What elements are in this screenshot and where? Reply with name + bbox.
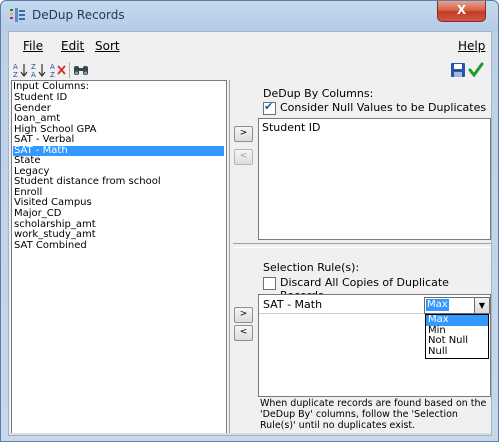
svg-text:Z: Z xyxy=(13,71,18,78)
input-columns-label: Input Columns: xyxy=(13,81,89,92)
menu-file[interactable]: File xyxy=(23,39,43,53)
rule-option-item[interactable]: Null xyxy=(426,346,488,358)
close-button[interactable]: X xyxy=(437,1,486,22)
rule-column-name: SAT - Math xyxy=(263,298,323,311)
svg-text:Z: Z xyxy=(50,71,55,78)
input-columns-pane: Input Columns: Student ID Gender loan_amt H… xyxy=(11,80,227,435)
rule-value-selected: Max xyxy=(426,299,449,311)
sort-ascending-icon[interactable]: A Z xyxy=(13,62,29,78)
input-columns-list[interactable]: Student ID Gender loan_amt High School GPA S… xyxy=(13,92,224,252)
client-area: File Edit Sort Help A Z Z A A Z Input Co… xyxy=(8,31,492,436)
selection-rules-label: Selection Rule(s): xyxy=(263,261,360,274)
dropdown-arrow-icon[interactable]: ▼ xyxy=(474,298,489,313)
input-column-item[interactable]: SAT - Math xyxy=(13,145,224,157)
window-title: DeDup Records xyxy=(32,8,125,22)
horizontal-splitter[interactable] xyxy=(233,243,491,248)
menu-file-label: File xyxy=(23,39,44,53)
input-column-item[interactable]: Student distance from school xyxy=(13,177,224,188)
sort-descending-icon[interactable]: Z A xyxy=(31,62,47,78)
add-dedup-column-button[interactable]: > xyxy=(234,126,253,142)
bottom-strip xyxy=(9,433,491,435)
dedup-column-item[interactable]: Student ID xyxy=(262,121,321,134)
remove-rule-button[interactable]: < xyxy=(234,325,253,341)
menu-edit-label: Edit xyxy=(61,39,85,53)
dialog-window: DeDup Records X File Edit Sort Help A Z … xyxy=(0,0,499,442)
binoculars-find-icon[interactable] xyxy=(73,62,89,78)
menu-help-label: Help xyxy=(458,39,486,53)
null-duplicates-label: Consider Null Values to be Duplicates xyxy=(280,101,487,114)
dedup-columns-list[interactable]: Student ID xyxy=(258,118,491,240)
rule-option-item[interactable]: Max xyxy=(426,314,488,326)
title-bar[interactable]: DeDup Records X xyxy=(1,1,498,29)
menu-edit[interactable]: Edit xyxy=(61,39,84,53)
menu-sort[interactable]: Sort xyxy=(95,39,120,53)
svg-text:A: A xyxy=(50,63,55,71)
input-column-item[interactable]: SAT Combined xyxy=(13,240,224,252)
dedup-by-label: DeDup By Columns: xyxy=(263,87,374,100)
null-duplicates-checkbox[interactable]: ✔ xyxy=(263,100,276,115)
svg-text:A: A xyxy=(13,63,18,71)
help-text: When duplicate records are found based o… xyxy=(260,398,487,432)
rule-value-options[interactable]: Max Min Not Null Null xyxy=(425,314,489,359)
rule-option-item[interactable]: Not Null xyxy=(426,335,488,347)
input-column-item[interactable]: Student ID xyxy=(13,92,224,104)
rule-row[interactable]: SAT - Math Max ▼ xyxy=(259,295,490,314)
discard-copies-checkbox[interactable] xyxy=(263,277,276,290)
remove-dedup-column-button[interactable]: < xyxy=(234,149,253,165)
svg-text:Z: Z xyxy=(31,63,36,71)
menu-help[interactable]: Help xyxy=(458,39,485,53)
input-column-item[interactable]: Major_CD xyxy=(13,208,224,220)
app-icon xyxy=(10,8,25,22)
toolbar-separator xyxy=(69,62,70,78)
checkmark-ok-icon[interactable] xyxy=(468,62,484,78)
selection-rules-grid: SAT - Math Max ▼ Max Min Not Null Null xyxy=(258,294,491,397)
menu-sort-label: Sort xyxy=(95,39,120,53)
add-rule-button[interactable]: > xyxy=(234,307,253,323)
toolbar: A Z Z A A Z xyxy=(9,58,491,82)
rule-value-dropdown[interactable]: Max ▼ xyxy=(424,297,490,314)
clear-sort-icon[interactable]: A Z xyxy=(50,62,66,78)
svg-text:A: A xyxy=(31,71,36,78)
save-icon[interactable] xyxy=(450,62,466,78)
check-mark-icon: ✔ xyxy=(264,100,274,113)
